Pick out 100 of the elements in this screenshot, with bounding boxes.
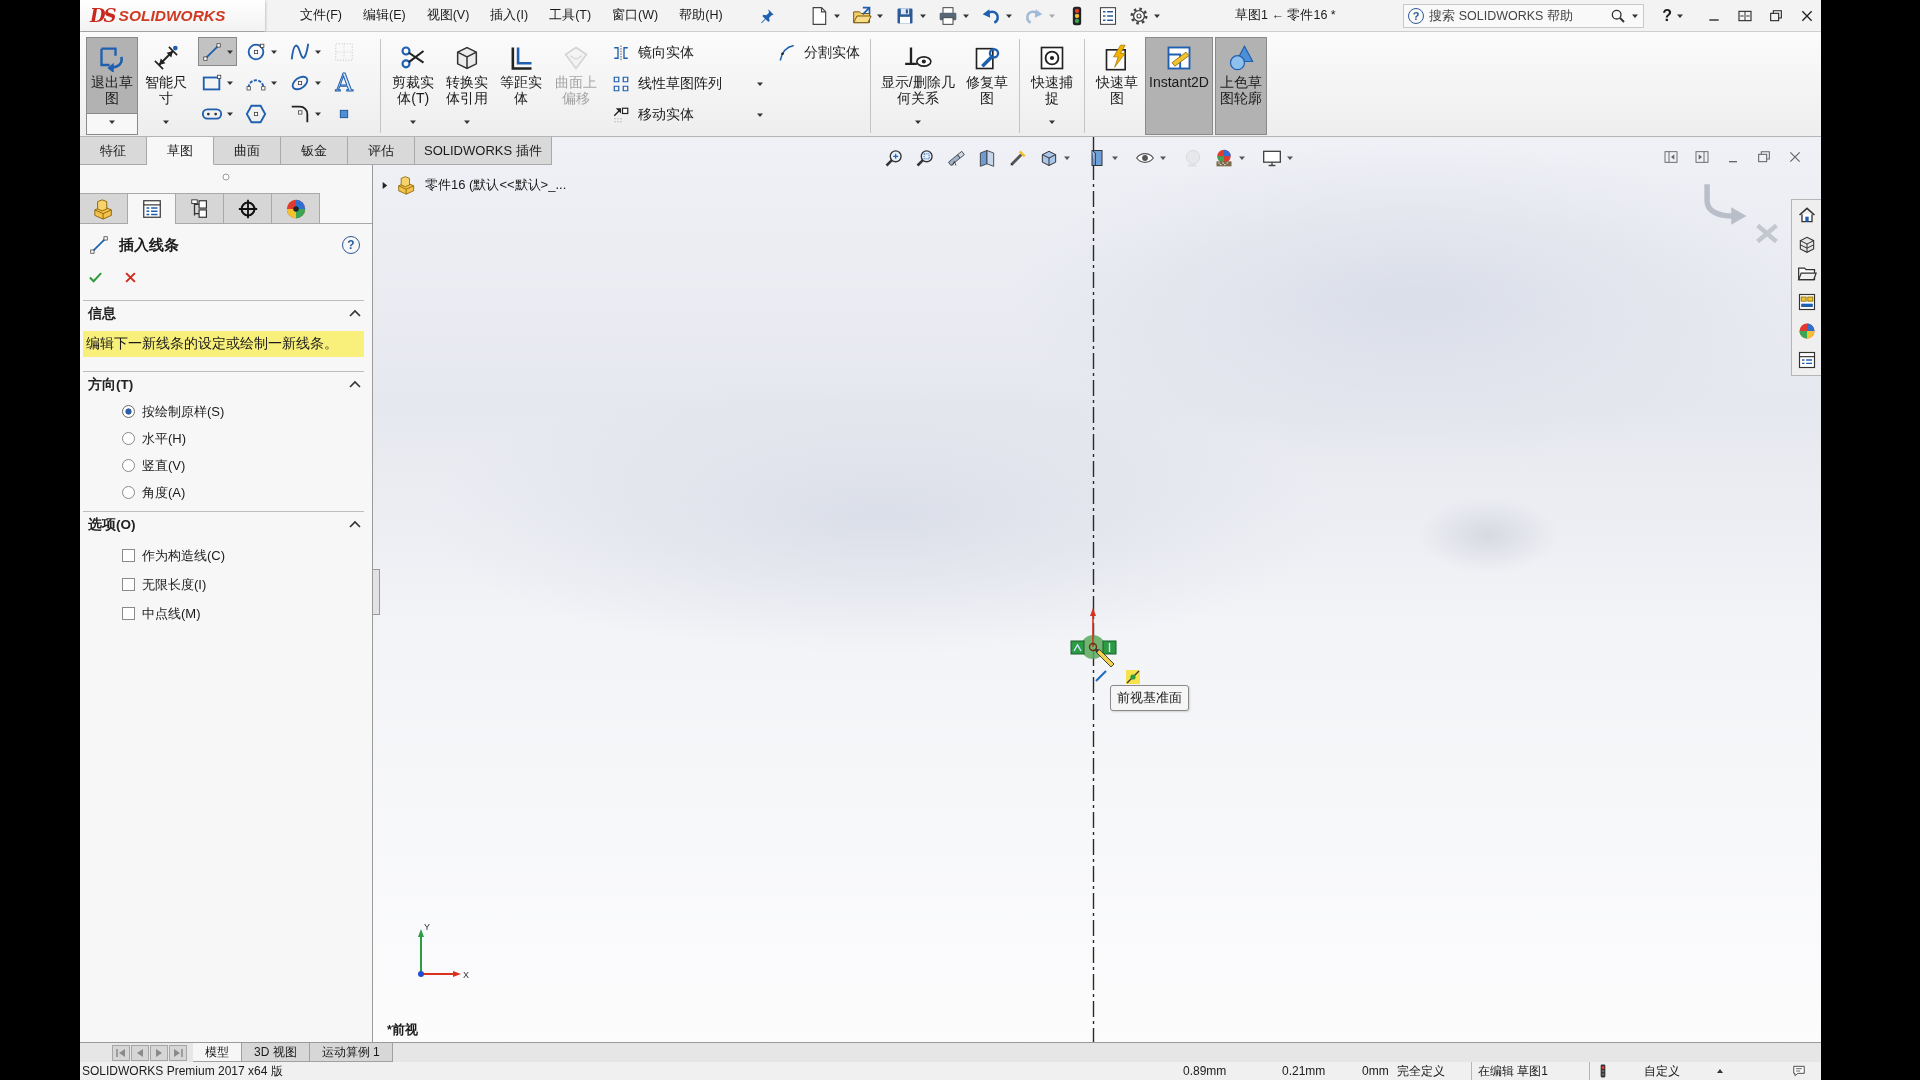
caret-icon[interactable] (1238, 154, 1246, 162)
command-tab[interactable]: 钣金 (281, 137, 348, 165)
rapid-sketch-button[interactable]: 快速草图 (1090, 37, 1144, 135)
coordinate-text: 0mm (1362, 1063, 1390, 1080)
logo-text: SOLIDWORKS (118, 6, 226, 25)
property-tab[interactable] (128, 193, 176, 224)
editing-text: 在编辑 草图1 (1472, 1062, 1590, 1080)
list-page-icon (1097, 5, 1118, 26)
menu-item[interactable]: 工具(T) (549, 7, 592, 24)
chat-icon[interactable] (1792, 1064, 1806, 1078)
display-tab[interactable] (272, 193, 320, 223)
line-button[interactable] (198, 37, 238, 66)
pattern-button[interactable]: 线性草图阵列 (607, 68, 768, 99)
command-tab[interactable]: 评估 (348, 137, 415, 165)
command-tab[interactable]: 特征 (80, 137, 147, 165)
caret-icon[interactable] (1286, 154, 1294, 162)
command-tab[interactable]: SOLIDWORKS 插件 (415, 137, 552, 165)
grip-dot-icon[interactable] (222, 173, 230, 181)
radio-label[interactable]: 水平(H) (142, 429, 187, 448)
scene-icon (1214, 148, 1234, 168)
exit-sketch-button[interactable]: 退出草图 (86, 37, 139, 135)
caret-icon[interactable] (1047, 118, 1056, 126)
caret-icon[interactable] (1159, 154, 1167, 162)
mirror-button[interactable]: 镜向实体 (607, 37, 768, 68)
section-header[interactable]: 方向(T) (83, 372, 364, 398)
radio-button[interactable] (122, 432, 135, 445)
checkmark-icon[interactable] (88, 270, 103, 285)
caret-icon[interactable] (409, 118, 418, 126)
logo-mark: DS (90, 5, 115, 26)
repair-button[interactable]: 修复草图 (960, 37, 1013, 135)
radio-label[interactable]: 竖直(V) (142, 456, 186, 475)
checkbox[interactable] (122, 549, 135, 562)
coincident-icon (1126, 670, 1140, 684)
tile-left-icon[interactable] (1663, 149, 1679, 165)
window-title: 草图1 ← 零件16 * (1235, 7, 1336, 24)
home-icon[interactable] (1796, 205, 1817, 225)
axis-label: Y (424, 922, 430, 932)
model-tab[interactable]: 运动算例 1 (309, 1043, 393, 1062)
split-button[interactable]: 分割实体 (773, 37, 864, 68)
search-box[interactable]: ? 搜索 SOLIDWORKS 帮助 (1403, 3, 1645, 28)
relations-button[interactable]: 显示/删除几何关系 (876, 37, 959, 135)
caret-icon[interactable] (913, 118, 922, 126)
menu-item[interactable]: 文件(F) (300, 7, 342, 24)
tile-right-icon[interactable] (1694, 149, 1710, 165)
list-icon[interactable] (1796, 350, 1817, 370)
menu-item[interactable]: 窗口(W) (612, 7, 659, 24)
units-button[interactable]: 自定义 (1638, 1062, 1710, 1080)
view-palette-icon[interactable] (1796, 292, 1817, 312)
convert-button[interactable]: 转换实体引用 (441, 37, 494, 135)
trim-button[interactable]: 剪裁实体(T) (387, 37, 440, 135)
command-tab[interactable]: 草图 (147, 137, 214, 165)
checkbox-label[interactable]: 无限长度(I) (142, 575, 207, 594)
checkbox-label[interactable]: 作为构造线(C) (142, 546, 226, 565)
smart-dimension-button[interactable]: 智能尺寸 (140, 37, 193, 135)
model-tab[interactable]: 3D 视图 (242, 1043, 310, 1062)
caret-icon[interactable] (108, 118, 117, 126)
caret-up-icon[interactable] (1716, 1067, 1724, 1075)
checkbox[interactable] (122, 578, 135, 591)
caret-icon[interactable] (162, 118, 171, 126)
offset-button[interactable]: 等距实体 (495, 37, 548, 135)
menu-item[interactable]: 编辑(E) (362, 7, 406, 24)
caret-icon[interactable] (463, 118, 472, 126)
surface-icon (561, 44, 590, 72)
help-button[interactable]: ? (1662, 6, 1672, 25)
shaded-contour-button[interactable]: 上色草图轮廓 (1214, 37, 1268, 135)
caret-icon[interactable] (1063, 154, 1071, 162)
coordinate-text: 0.21mm (1282, 1063, 1327, 1080)
section-header[interactable]: 选项(O) (83, 512, 364, 538)
configuration-tab[interactable] (176, 193, 224, 223)
pin-icon[interactable] (758, 7, 775, 24)
checkbox[interactable] (122, 607, 135, 620)
command-tab[interactable]: 曲面 (214, 137, 281, 165)
quick-snap-button[interactable]: 快速捕捉 (1025, 37, 1078, 135)
radio-button[interactable] (122, 459, 135, 472)
search-field[interactable]: 搜索 SOLIDWORKS 帮助 (1429, 8, 1606, 23)
annotation-icon (1008, 148, 1028, 168)
search-icon[interactable] (1610, 7, 1627, 24)
menu-item[interactable]: 视图(V) (426, 7, 470, 24)
instant2d-button[interactable]: Instant2D (1145, 37, 1213, 135)
dimension-icon (152, 44, 181, 72)
tree-item-label[interactable]: 零件16 (默认<<默认>_... (425, 176, 567, 194)
expand-arrow-icon[interactable] (380, 180, 389, 190)
model-tab[interactable]: 模型 (193, 1043, 242, 1062)
menu-item[interactable]: 帮助(H) (679, 7, 723, 24)
restore-icon[interactable] (1768, 7, 1784, 24)
folder-arrow-icon (851, 5, 872, 26)
dimxpert-tab[interactable] (224, 193, 272, 223)
radio-label[interactable]: 角度(A) (142, 483, 186, 502)
zoom-icon (884, 148, 904, 168)
splitter-handle[interactable] (373, 569, 380, 615)
move-button[interactable]: 移动实体 (607, 99, 768, 130)
section-header[interactable]: 信息 (83, 301, 364, 327)
coordinate-text: 0.89mm (1183, 1063, 1228, 1080)
menu-item[interactable]: 插入(I) (490, 7, 529, 24)
radio-label[interactable]: 按绘制原样(S) (142, 402, 225, 421)
cancel-icon[interactable] (123, 270, 138, 285)
radio-button[interactable] (122, 486, 135, 499)
radio-button[interactable] (122, 405, 135, 418)
caret-icon[interactable] (1111, 154, 1119, 162)
checkbox-label[interactable]: 中点线(M) (142, 604, 201, 623)
